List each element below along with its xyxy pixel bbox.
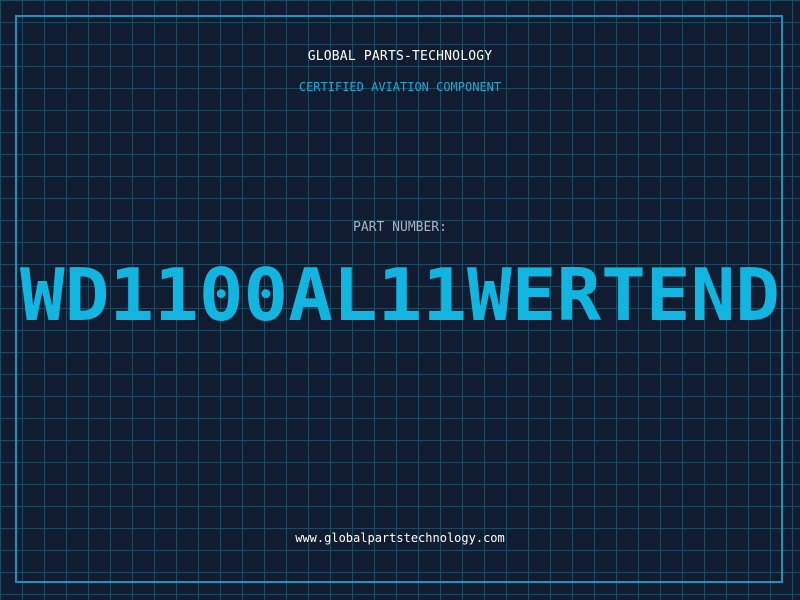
part-number-value: WD1100AL11WERTEND [0, 257, 800, 337]
part-number-label: PART NUMBER: [353, 220, 447, 235]
company-name: GLOBAL PARTS-TECHNOLOGY [307, 49, 493, 64]
part-number-svg: WD1100AL11WERTEND [20, 257, 780, 337]
certification-subtitle: CERTIFIED AVIATION COMPONENT [298, 80, 502, 94]
label-canvas: GLOBAL PARTS-TECHNOLOGY CERTIFIED AVIATI… [0, 0, 800, 600]
part-number-text: WD1100AL11WERTEND [20, 257, 780, 337]
website-url: www.globalpartstechnology.com [295, 531, 505, 545]
